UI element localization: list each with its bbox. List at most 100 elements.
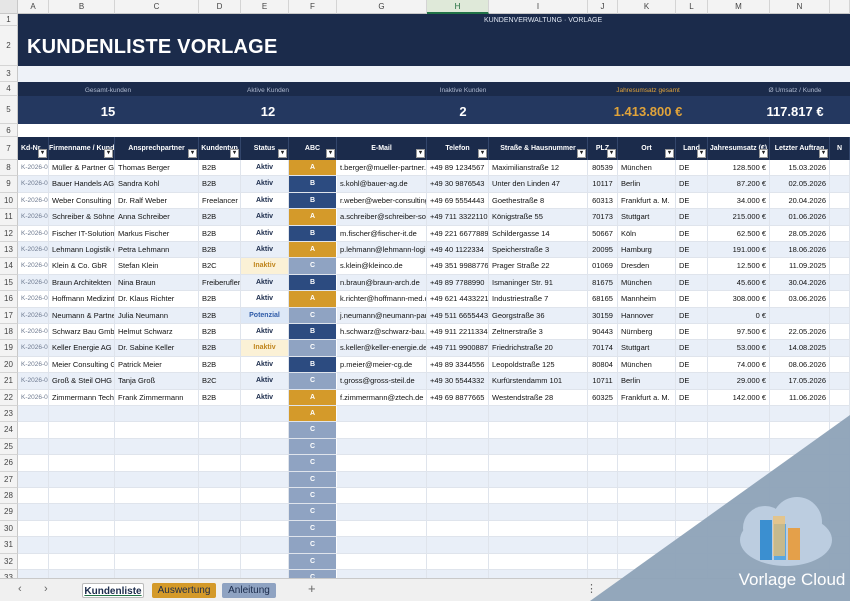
cell-type[interactable]: B2B	[199, 176, 241, 193]
cell-type[interactable]	[199, 455, 241, 472]
column-header-o[interactable]	[830, 0, 850, 14]
cell-last[interactable]: 30.04.2026	[770, 274, 830, 292]
column-header-n[interactable]: N	[770, 0, 830, 14]
cell-street[interactable]	[489, 537, 588, 554]
cell-type[interactable]	[199, 570, 241, 578]
cell-phone[interactable]	[427, 553, 489, 570]
cell-city[interactable]	[618, 455, 676, 472]
cell-n[interactable]	[830, 520, 850, 538]
cell-last[interactable]: 08.06.2026	[770, 356, 830, 374]
cell-status[interactable]: Aktiv	[241, 274, 289, 292]
cell-contact[interactable]: Dr. Ralf Weber	[115, 192, 199, 210]
cell-abc[interactable]: B	[289, 225, 337, 242]
cell-land[interactable]: DE	[676, 340, 708, 357]
cell-plz[interactable]: 50667	[588, 225, 618, 242]
cell-name[interactable]: Klein & Co. GbR	[49, 258, 115, 275]
cell-city[interactable]: München	[618, 160, 676, 177]
cell-name[interactable]	[49, 488, 115, 505]
cell-status[interactable]	[241, 406, 289, 423]
cell-abc[interactable]: C	[289, 504, 337, 521]
cell-land[interactable]: DE	[676, 258, 708, 275]
column-header-i[interactable]: I	[489, 0, 588, 14]
cell-type[interactable]: B2B	[199, 356, 241, 374]
cell-id[interactable]: K-2026-009	[18, 291, 49, 308]
row-header-10[interactable]: 10	[0, 192, 18, 210]
cell-last[interactable]	[770, 307, 830, 324]
cell-city[interactable]	[618, 422, 676, 439]
cell-plz[interactable]: 10711	[588, 373, 618, 390]
cell-land[interactable]: DE	[676, 389, 708, 406]
cell-id[interactable]	[18, 520, 49, 538]
cell-n[interactable]	[830, 274, 850, 292]
cell-city[interactable]	[618, 471, 676, 488]
cell-n[interactable]	[830, 225, 850, 242]
cell-type[interactable]: B2B	[199, 307, 241, 324]
cell-email[interactable]	[337, 504, 427, 521]
cell-plz[interactable]	[588, 488, 618, 505]
filter-dropdown-button[interactable]: ▾	[326, 149, 335, 158]
row-header-31[interactable]: 31	[0, 537, 18, 554]
cell-plz[interactable]	[588, 537, 618, 554]
cell-name[interactable]: Fischer IT-Solutions	[49, 225, 115, 242]
cell-phone[interactable]: +49 69 5554443	[427, 192, 489, 210]
cell-plz[interactable]: 81675	[588, 274, 618, 292]
row-header-25[interactable]: 25	[0, 438, 18, 456]
cell-abc[interactable]: C	[289, 553, 337, 570]
cell-street[interactable]	[489, 471, 588, 488]
cell-last[interactable]	[770, 553, 830, 570]
cell-n[interactable]	[830, 438, 850, 456]
cell-phone[interactable]	[427, 455, 489, 472]
cell-email[interactable]	[337, 570, 427, 578]
cell-last[interactable]: 20.04.2026	[770, 192, 830, 210]
cell-contact[interactable]	[115, 570, 199, 578]
cell-id[interactable]	[18, 553, 49, 570]
row-header-32[interactable]: 32	[0, 553, 18, 570]
cell-n[interactable]	[830, 291, 850, 308]
cell-street[interactable]: Kurfürstendamm 101	[489, 373, 588, 390]
cell-n[interactable]	[830, 488, 850, 505]
cell-status[interactable]: Aktiv	[241, 324, 289, 341]
cell-plz[interactable]: 80539	[588, 160, 618, 177]
cell-abc[interactable]: C	[289, 438, 337, 456]
cell-n[interactable]	[830, 209, 850, 226]
cell-city[interactable]: Stuttgart	[618, 209, 676, 226]
cell-contact[interactable]: Patrick Meier	[115, 356, 199, 374]
cell-last[interactable]: 17.05.2026	[770, 373, 830, 390]
spreadsheet-grid[interactable]: ABCDEFGHIJKLMN 1 2 3 4 5 6 7 8 9 10 11 12 13 14 15 16 17…	[0, 0, 850, 578]
cell-name[interactable]	[49, 570, 115, 578]
cell-type[interactable]	[199, 471, 241, 488]
cell-abc[interactable]: A	[289, 242, 337, 259]
cell-city[interactable]: Köln	[618, 225, 676, 242]
cell-last[interactable]	[770, 488, 830, 505]
column-header-d[interactable]: D	[199, 0, 241, 14]
cell-contact[interactable]: Anna Schreiber	[115, 209, 199, 226]
cell-city[interactable]	[618, 570, 676, 578]
cell-phone[interactable]	[427, 504, 489, 521]
cell-street[interactable]: Speicherstraße 3	[489, 242, 588, 259]
cell-email[interactable]	[337, 488, 427, 505]
row-header-27[interactable]: 27	[0, 471, 18, 488]
cell-type[interactable]	[199, 553, 241, 570]
cell-id[interactable]	[18, 537, 49, 554]
cell-name[interactable]: Groß & Steil OHG	[49, 373, 115, 390]
cell-city[interactable]: Frankfurt a. M.	[618, 389, 676, 406]
cell-id[interactable]: K-2026-015	[18, 389, 49, 406]
row-header-22[interactable]: 22	[0, 389, 18, 406]
row-header-12[interactable]: 12	[0, 225, 18, 242]
cell-email[interactable]	[337, 438, 427, 456]
cell-name[interactable]: Keller Energie AG	[49, 340, 115, 357]
cell-revenue[interactable]	[708, 570, 770, 578]
cell-id[interactable]	[18, 570, 49, 578]
cell-contact[interactable]	[115, 422, 199, 439]
cell-type[interactable]: B2B	[199, 340, 241, 357]
filter-dropdown-button[interactable]: ▾	[819, 149, 828, 158]
cell-plz[interactable]: 80804	[588, 356, 618, 374]
cell-status[interactable]	[241, 438, 289, 456]
cell-email[interactable]	[337, 422, 427, 439]
cell-status[interactable]: Aktiv	[241, 389, 289, 406]
cell-status[interactable]: Inaktiv	[241, 258, 289, 275]
cell-land[interactable]: DE	[676, 373, 708, 390]
cell-type[interactable]: Freelancer	[199, 192, 241, 210]
cell-type[interactable]	[199, 406, 241, 423]
cell-n[interactable]	[830, 455, 850, 472]
